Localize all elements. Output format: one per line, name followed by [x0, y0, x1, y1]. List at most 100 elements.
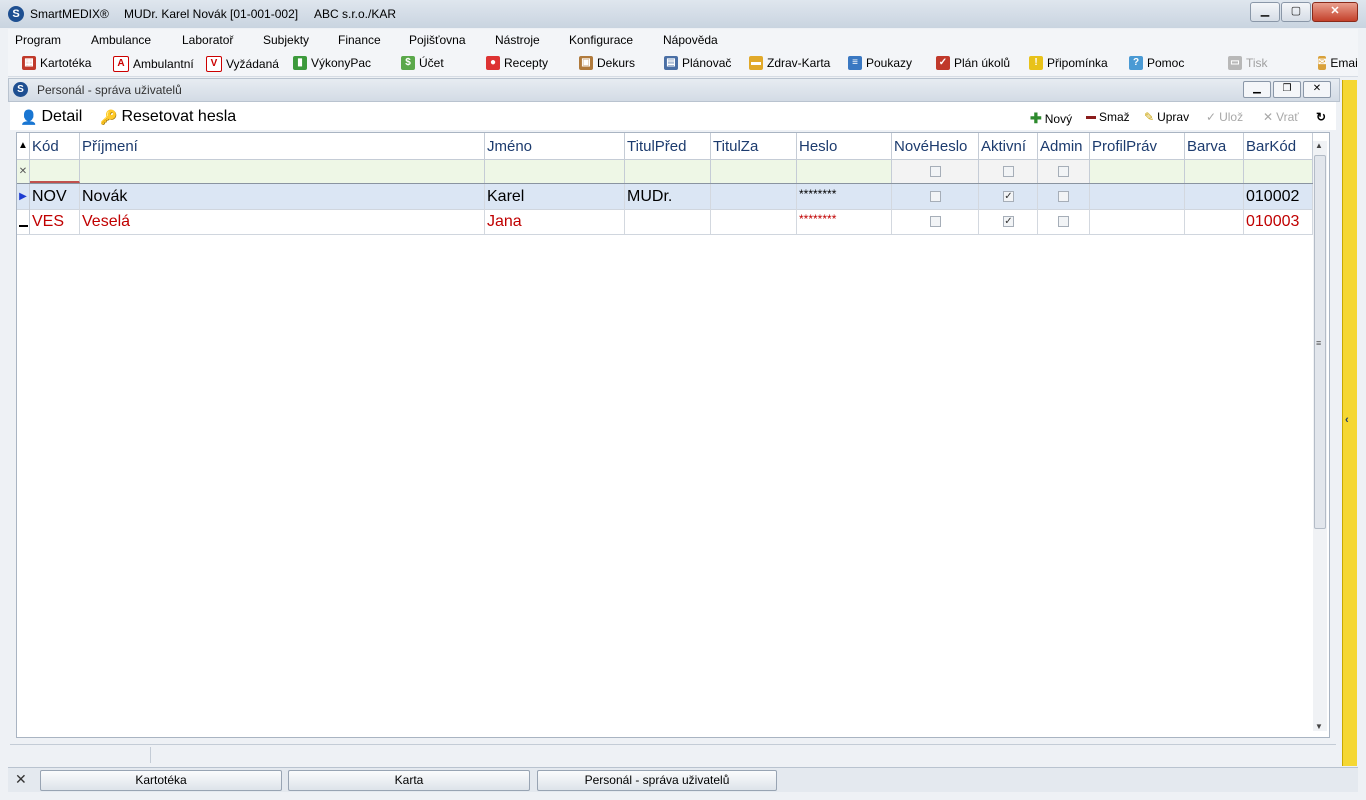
child-close-button[interactable]: ✕ — [1303, 81, 1331, 98]
filter-kod[interactable] — [30, 160, 80, 183]
toolbar-dekurs[interactable]: ▣ Dekurs — [579, 56, 635, 70]
detail-button[interactable]: 👤 Detail — [20, 108, 82, 126]
filter-barva[interactable] — [1185, 160, 1244, 183]
col-nove-heslo[interactable]: NovéHeslo — [892, 133, 979, 159]
check-icon: ✓ — [1206, 110, 1217, 124]
organization: ABC s.r.o./KAR — [314, 7, 397, 21]
toolbar-plan-ukolu[interactable]: ✓ Plán úkolů — [936, 56, 1010, 70]
app-window: S SmartMEDIX® MUDr. Karel Novák [01-001-… — [0, 0, 1366, 800]
toolbar-vyzadana[interactable]: V Vyžádaná — [206, 56, 279, 72]
menu-pojistovna[interactable]: Pojišťovna — [409, 33, 466, 47]
sort-up-icon[interactable]: ▲ — [17, 133, 30, 159]
toolbar-kartoteka[interactable]: ▦ Kartotéka — [22, 56, 91, 70]
menu-napoveda[interactable]: Nápověda — [663, 33, 718, 47]
title-bar: S SmartMEDIX® MUDr. Karel Novák [01-001-… — [0, 0, 1366, 28]
email-icon: ✉ — [1318, 56, 1327, 70]
toolbar-ambulantni[interactable]: A Ambulantní — [113, 56, 194, 72]
child-title: Personál - správa uživatelů — [37, 83, 182, 97]
menu-ambulance[interactable]: Ambulance — [91, 33, 151, 47]
menu-bar: Program Ambulance Laboratoř Subjekty Fin… — [8, 29, 1358, 51]
side-panel-toggle[interactable]: ‹ — [1342, 80, 1357, 766]
new-button[interactable]: ✚ Nový — [1030, 110, 1072, 127]
col-prijmeni[interactable]: Příjmení — [80, 133, 485, 159]
reset-passwords-button[interactable]: 🔑 Resetovat hesla — [100, 108, 236, 126]
smartmedix-small-icon: S — [13, 82, 28, 97]
toolbar-zdrav-karta[interactable]: ▬ Zdrav-Karta — [749, 56, 830, 70]
filter-titul-pred[interactable] — [625, 160, 711, 183]
table-row[interactable]: ▶ NOV Novák Karel MUDr. ******** ✓ 01000… — [17, 184, 1313, 210]
aktivni-checkbox[interactable]: ✓ — [1003, 191, 1014, 202]
toolbar-email[interactable]: ✉ Email — [1318, 56, 1358, 70]
scroll-thumb[interactable]: ≡ — [1314, 155, 1326, 529]
current-row-arrow-icon: ▶ — [17, 184, 30, 209]
col-heslo[interactable]: Heslo — [797, 133, 892, 159]
money-icon: $ — [401, 56, 415, 70]
filter-nove-heslo[interactable] — [892, 160, 979, 183]
minimize-button[interactable]: ▁ — [1250, 2, 1280, 22]
nove-heslo-checkbox[interactable] — [930, 216, 941, 227]
filter-aktivni[interactable] — [979, 160, 1038, 183]
admin-checkbox[interactable] — [1058, 191, 1069, 202]
current-user: MUDr. Karel Novák [01-001-002] — [124, 7, 299, 21]
child-restore-button[interactable]: ❐ — [1273, 81, 1301, 98]
filter-heslo[interactable] — [797, 160, 892, 183]
toolbar-ucet[interactable]: $ Účet — [401, 56, 444, 70]
maximize-button[interactable]: ▢ — [1281, 2, 1311, 22]
edit-button[interactable]: ✎ Uprav — [1144, 110, 1189, 124]
close-button[interactable]: ✕ — [1312, 2, 1358, 22]
col-jmeno[interactable]: Jméno — [485, 133, 625, 159]
menu-program[interactable]: Program — [15, 33, 61, 47]
col-profil-prav[interactable]: ProfilPráv — [1090, 133, 1185, 159]
col-aktivni[interactable]: Aktivní — [979, 133, 1038, 159]
toolbar-pomoc[interactable]: ? Pomoc — [1129, 56, 1184, 70]
bar-chart-icon: ▮ — [293, 56, 307, 70]
menu-finance[interactable]: Finance — [338, 33, 381, 47]
task-kartoteka[interactable]: Kartotéka — [40, 770, 282, 791]
toolbar-poukazy[interactable]: ≡ Poukazy — [848, 56, 912, 70]
col-barkod[interactable]: BarKód — [1244, 133, 1313, 159]
nove-heslo-checkbox[interactable] — [930, 191, 941, 202]
save-button[interactable]: ✓ Ulož — [1206, 110, 1243, 124]
child-minimize-button[interactable]: ▁ — [1243, 81, 1271, 98]
filter-admin[interactable] — [1038, 160, 1090, 183]
vertical-scrollbar[interactable]: ▲ ≡ ▼ — [1313, 141, 1327, 731]
menu-konfigurace[interactable]: Konfigurace — [569, 33, 633, 47]
col-kod[interactable]: Kód — [30, 133, 80, 159]
refresh-button[interactable]: ↻ — [1316, 110, 1326, 124]
filter-profil-prav[interactable] — [1090, 160, 1185, 183]
admin-checkbox[interactable] — [1058, 216, 1069, 227]
menu-nastroje[interactable]: Nástroje — [495, 33, 540, 47]
revert-button[interactable]: ✕ Vrať — [1263, 110, 1299, 124]
status-bar — [10, 744, 1336, 765]
letter-a-icon: A — [113, 56, 129, 72]
delete-button[interactable]: Smaž — [1086, 110, 1130, 124]
col-admin[interactable]: Admin — [1038, 133, 1090, 159]
col-titul-pred[interactable]: TitulPřed — [625, 133, 711, 159]
user-icon: 👤 — [20, 108, 38, 125]
menu-laborator[interactable]: Laboratoř — [182, 33, 233, 47]
col-barva[interactable]: Barva — [1185, 133, 1244, 159]
task-personal[interactable]: Personál - správa uživatelů — [537, 770, 777, 791]
scroll-down-icon[interactable]: ▼ — [1315, 722, 1323, 731]
col-titul-za[interactable]: TitulZa — [711, 133, 797, 159]
toolbar-vykonypac[interactable]: ▮ VýkonyPac — [293, 56, 371, 70]
toolbar-pripominka[interactable]: ! Připomínka — [1029, 56, 1108, 70]
task-karta[interactable]: Karta — [288, 770, 530, 791]
filter-titul-za[interactable] — [711, 160, 797, 183]
toolbar-planovac[interactable]: ▤ Plánovač — [664, 56, 731, 70]
toolbar-tisk[interactable]: ▭ Tisk — [1228, 56, 1268, 70]
plus-icon: ✚ — [1030, 110, 1042, 126]
bag-icon: ▣ — [579, 56, 593, 70]
close-all-icon[interactable]: ✕ — [15, 771, 27, 788]
clear-filter-icon[interactable]: ✕ — [17, 160, 30, 183]
table-row[interactable]: VES Veselá Jana ******** ✓ 010003 — [17, 209, 1313, 235]
key-icon: 🔑 — [100, 108, 118, 125]
toolbar-recepty[interactable]: ● Recepty — [486, 56, 548, 70]
checklist-icon: ✓ — [936, 56, 950, 70]
filter-jmeno[interactable] — [485, 160, 625, 183]
aktivni-checkbox[interactable]: ✓ — [1003, 216, 1014, 227]
menu-subjekty[interactable]: Subjekty — [263, 33, 309, 47]
filter-prijmeni[interactable] — [80, 160, 485, 183]
filter-barkod[interactable] — [1244, 160, 1313, 183]
scroll-up-icon[interactable]: ▲ — [1315, 141, 1323, 150]
